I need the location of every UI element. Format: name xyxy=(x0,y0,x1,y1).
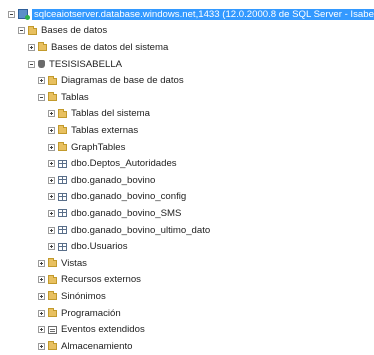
expand-toggle-icon[interactable] xyxy=(38,292,45,300)
tree-node-views[interactable]: Vistas xyxy=(38,255,374,272)
tree-node-label: dbo.ganado_bovino_ultimo_dato xyxy=(71,224,211,236)
folder-icon xyxy=(48,341,57,351)
tree-node-table[interactable]: dbo.ganado_bovino_ultimo_dato xyxy=(48,222,374,239)
server-icon xyxy=(18,9,30,21)
expand-toggle-icon[interactable] xyxy=(48,126,55,134)
collapse-toggle-icon[interactable] xyxy=(18,27,25,35)
tree-node-label: dbo.Usuarios xyxy=(71,241,128,253)
tree-node-table[interactable]: dbo.ganado_bovino_config xyxy=(48,189,374,206)
tree-node-label: Tablas xyxy=(61,91,89,103)
expand-toggle-icon[interactable] xyxy=(28,43,35,51)
tree-node-label: sqlceaiotserver.database.windows.net,143… xyxy=(32,8,374,20)
tree-node-system-databases[interactable]: Bases de datos del sistema xyxy=(28,39,374,56)
tree-node-table[interactable]: dbo.ganado_bovino xyxy=(48,172,374,189)
expand-toggle-icon[interactable] xyxy=(48,243,55,251)
tree-node-extended-events[interactable]: Eventos extendidos xyxy=(38,321,374,338)
collapse-toggle-icon[interactable] xyxy=(8,10,15,18)
tree-node-label: Recursos externos xyxy=(61,274,141,286)
tree-node-label: dbo.ganado_bovino xyxy=(71,174,156,186)
expand-toggle-icon[interactable] xyxy=(48,226,55,234)
expand-toggle-icon[interactable] xyxy=(38,326,45,334)
database-icon xyxy=(38,60,45,69)
tree-node-label: Tablas externas xyxy=(71,124,139,136)
tree-node-label: dbo.Deptos_Autoridades xyxy=(71,158,177,170)
expand-toggle-icon[interactable] xyxy=(48,110,55,118)
tree-node-label: dbo.ganado_bovino_SMS xyxy=(71,207,182,219)
table-icon xyxy=(58,209,67,218)
folder-icon xyxy=(48,308,57,318)
tree-node-table[interactable]: dbo.Deptos_Autoridades xyxy=(48,155,374,172)
folder-icon xyxy=(48,274,57,284)
tree-node-label: Bases de datos xyxy=(41,25,108,37)
tree-node-server[interactable]: sqlceaiotserver.database.windows.net,143… xyxy=(8,6,374,23)
table-icon xyxy=(58,242,67,251)
tree-node-external-resources[interactable]: Recursos externos xyxy=(38,272,374,289)
tree-node-database[interactable]: TESISISABELLA xyxy=(28,56,374,73)
extended-events-icon xyxy=(48,325,57,334)
tree-node-databases[interactable]: Bases de datos xyxy=(18,23,374,40)
tree-node-label: Almacenamiento xyxy=(61,340,133,352)
tree-node-label: GraphTables xyxy=(71,141,126,153)
expand-toggle-icon[interactable] xyxy=(48,160,55,168)
table-icon xyxy=(58,226,67,235)
tree-node-label: Programación xyxy=(61,307,121,319)
tree-node-external-tables[interactable]: Tablas externas xyxy=(48,122,374,139)
tree-node-system-tables[interactable]: Tablas del sistema xyxy=(48,106,374,123)
folder-icon xyxy=(48,291,57,301)
expand-toggle-icon[interactable] xyxy=(38,276,45,284)
folder-icon xyxy=(48,75,57,85)
expand-toggle-icon[interactable] xyxy=(38,259,45,267)
folder-icon xyxy=(48,258,57,268)
tree-node-label: Tablas del sistema xyxy=(71,108,150,120)
tree-node-graph-tables[interactable]: GraphTables xyxy=(48,139,374,156)
table-icon xyxy=(58,192,67,201)
folder-icon xyxy=(58,125,67,135)
folder-icon xyxy=(58,108,67,118)
expand-toggle-icon[interactable] xyxy=(48,143,55,151)
table-icon xyxy=(58,159,67,168)
tree-node-table[interactable]: dbo.Usuarios xyxy=(48,238,374,255)
expand-toggle-icon[interactable] xyxy=(48,209,55,217)
tree-node-synonyms[interactable]: Sinónimos xyxy=(38,288,374,305)
table-icon xyxy=(58,176,67,185)
tree-node-label: Vistas xyxy=(61,257,87,269)
object-explorer-tree: sqlceaiotserver.database.windows.net,143… xyxy=(0,0,374,352)
tree-node-programmability[interactable]: Programación xyxy=(38,305,374,322)
expand-toggle-icon[interactable] xyxy=(38,309,45,317)
expand-toggle-icon[interactable] xyxy=(38,77,45,85)
expand-toggle-icon[interactable] xyxy=(48,193,55,201)
tree-node-table[interactable]: dbo.ganado_bovino_SMS xyxy=(48,205,374,222)
tree-node-label: Eventos extendidos xyxy=(61,324,145,336)
tree-node-label: Diagramas de base de datos xyxy=(61,75,184,87)
tree-node-tables[interactable]: Tablas xyxy=(38,89,374,106)
folder-icon xyxy=(58,142,67,152)
collapse-toggle-icon[interactable] xyxy=(38,93,45,101)
tree-node-label: Bases de datos del sistema xyxy=(51,41,169,53)
tree-node-storage[interactable]: Almacenamiento xyxy=(38,338,374,355)
tree-node-label: Sinónimos xyxy=(61,290,106,302)
expand-toggle-icon[interactable] xyxy=(48,176,55,184)
folder-icon xyxy=(38,42,47,52)
folder-icon xyxy=(28,25,37,35)
folder-icon xyxy=(48,92,57,102)
tree-node-label: dbo.ganado_bovino_config xyxy=(71,191,187,203)
expand-toggle-icon[interactable] xyxy=(38,342,45,350)
tree-node-label: TESISISABELLA xyxy=(49,58,123,70)
tree-node-db-diagrams[interactable]: Diagramas de base de datos xyxy=(38,72,374,89)
collapse-toggle-icon[interactable] xyxy=(28,60,35,68)
